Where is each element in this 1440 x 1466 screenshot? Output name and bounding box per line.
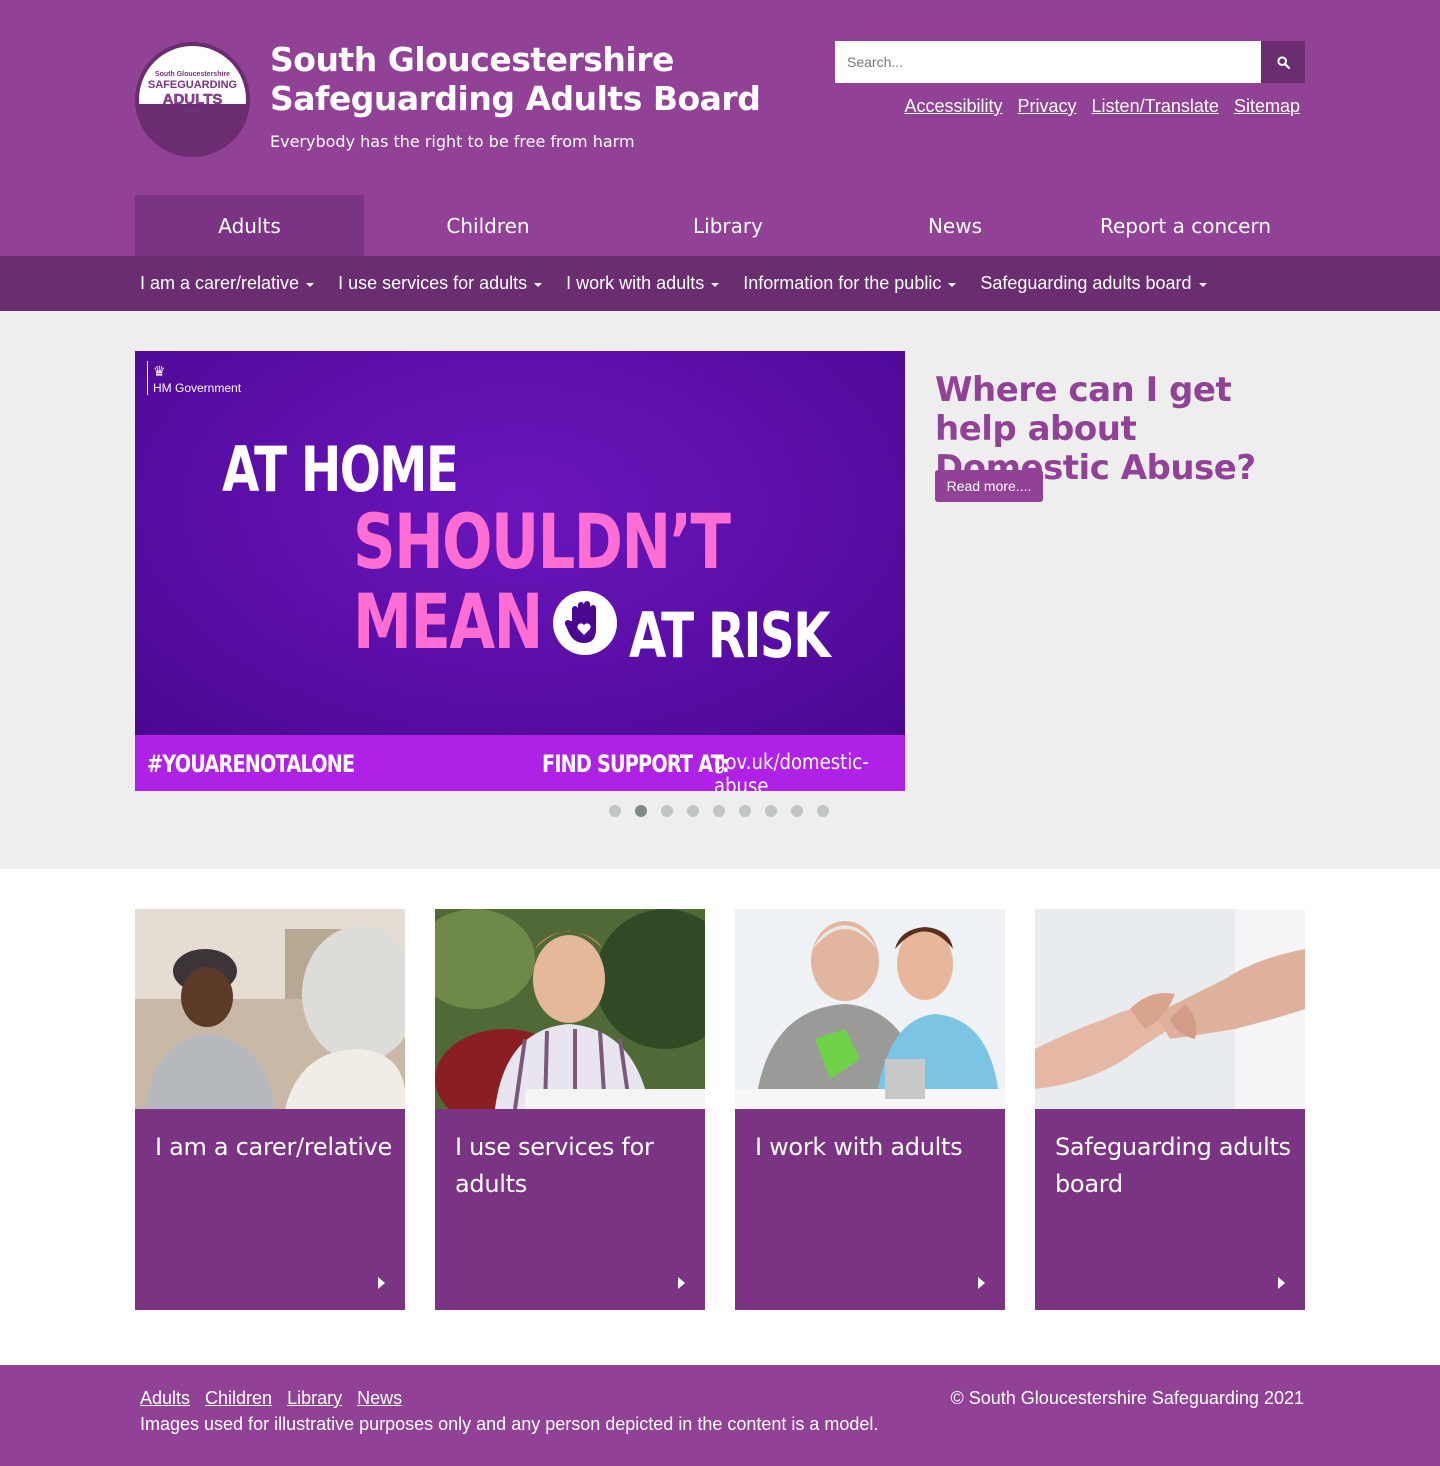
site-header: South Gloucestershire SAFEGUARDING ADULT… xyxy=(0,0,1440,256)
tab-children[interactable]: Children xyxy=(364,195,612,256)
footer-link-library[interactable]: Library xyxy=(287,1388,342,1409)
hero-carousel: ♛ HM Government AT HOME SHOULDN’T MEAN A… xyxy=(0,311,1440,869)
subnav-label: I am a carer/relative xyxy=(140,273,300,293)
tab-adults[interactable]: Adults xyxy=(135,195,364,256)
carousel-dot[interactable] xyxy=(739,805,751,817)
subnav-carer-relative[interactable]: I am a carer/relative xyxy=(140,273,315,294)
logo-line4: BOARD xyxy=(183,108,202,114)
arrow-right-icon xyxy=(978,1277,985,1289)
utility-links: Accessibility Privacy Listen/Translate S… xyxy=(905,96,1301,117)
search-button[interactable] xyxy=(1261,41,1305,83)
footer-link-news[interactable]: News xyxy=(357,1388,402,1409)
subnav-information-public[interactable]: Information for the public xyxy=(743,273,957,294)
banner-line-1: AT HOME xyxy=(222,433,459,506)
footer-link-adults[interactable]: Adults xyxy=(140,1388,190,1409)
carousel-dot[interactable] xyxy=(661,805,673,817)
subnav-safeguarding-board[interactable]: Safeguarding adults board xyxy=(980,273,1207,294)
carousel-slide-image[interactable]: ♛ HM Government AT HOME SHOULDN’T MEAN A… xyxy=(135,351,905,791)
card-title: Safeguarding adults board xyxy=(1055,1133,1291,1198)
banner-line-4: AT RISK xyxy=(629,599,831,672)
card-title: I work with adults xyxy=(755,1133,963,1161)
logo-text: South Gloucestershire SAFEGUARDING ADULT… xyxy=(145,70,240,115)
logo-line3: ADULTS xyxy=(162,91,223,108)
card-carer-relative[interactable]: I am a carer/relative xyxy=(135,909,405,1310)
caret-down-icon xyxy=(711,282,720,287)
royal-crest-icon: ♛ xyxy=(153,363,166,379)
banner-find-support-url: gov.uk/domestic-abuse xyxy=(714,750,869,791)
carousel-dot[interactable] xyxy=(609,805,621,817)
subnav-label: I use services for adults xyxy=(338,273,528,293)
listen-translate-link[interactable]: Listen/Translate xyxy=(1092,96,1219,117)
tab-library[interactable]: Library xyxy=(612,195,844,256)
subnav-label: Safeguarding adults board xyxy=(980,273,1192,293)
subnav-label: I work with adults xyxy=(566,273,705,293)
service-user-photo xyxy=(435,909,705,1109)
carousel-dot[interactable] xyxy=(791,805,803,817)
card-title: I use services for adults xyxy=(455,1133,654,1198)
accessibility-link[interactable]: Accessibility xyxy=(905,96,1003,117)
subnav-use-services[interactable]: I use services for adults xyxy=(338,273,543,294)
search-input[interactable] xyxy=(835,41,1261,83)
carousel-indicators xyxy=(609,805,829,817)
hm-government-logo: ♛ HM Government xyxy=(147,361,241,395)
tab-report-a-concern[interactable]: Report a concern xyxy=(1066,195,1305,256)
site-title[interactable]: South Gloucestershire Safeguarding Adult… xyxy=(270,40,790,118)
worker-with-adult-photo xyxy=(735,909,1005,1109)
card-work-with-adults[interactable]: I work with adults xyxy=(735,909,1005,1310)
footer-links: Adults Children Library News xyxy=(140,1388,402,1409)
site-footer: Adults Children Library News Images used… xyxy=(0,1365,1440,1466)
banner-find-support-label: FIND SUPPORT AT: xyxy=(542,750,730,778)
caret-down-icon xyxy=(948,282,957,287)
carousel-dot[interactable] xyxy=(713,805,725,817)
main-nav: Adults Children Library News Report a co… xyxy=(135,195,1305,256)
footer-disclaimer: Images used for illustrative purposes on… xyxy=(140,1414,879,1434)
read-more-button[interactable]: Read more.... xyxy=(935,470,1043,502)
arrow-right-icon xyxy=(1278,1277,1285,1289)
caret-down-icon xyxy=(534,282,543,287)
search-icon xyxy=(1276,55,1290,69)
subnav-label: Information for the public xyxy=(743,273,942,293)
logo-line1: South Gloucestershire xyxy=(154,71,231,78)
tab-news[interactable]: News xyxy=(844,195,1066,256)
carousel-dot[interactable] xyxy=(687,805,699,817)
site-tagline: Everybody has the right to be free from … xyxy=(270,132,635,151)
privacy-link[interactable]: Privacy xyxy=(1018,96,1077,117)
sitemap-link[interactable]: Sitemap xyxy=(1234,96,1300,117)
card-title: I am a carer/relative xyxy=(155,1133,392,1161)
caret-down-icon xyxy=(306,282,315,287)
carousel-dot[interactable] xyxy=(765,805,777,817)
arrow-right-icon xyxy=(378,1277,385,1289)
banner-line-2: SHOULDN’T xyxy=(353,497,731,586)
arrow-right-icon xyxy=(678,1277,685,1289)
carousel-dot-active[interactable] xyxy=(635,805,647,817)
subnav-work-with-adults[interactable]: I work with adults xyxy=(566,273,720,294)
hand-heart-svg xyxy=(564,601,596,643)
carousel-dot[interactable] xyxy=(817,805,829,817)
hm-government-label: HM Government xyxy=(153,381,242,395)
site-logo[interactable]: South Gloucestershire SAFEGUARDING ADULT… xyxy=(135,42,250,157)
footer-copyright: © South Gloucestershire Safeguarding 202… xyxy=(950,1388,1305,1408)
sub-nav: I am a carer/relative I use services for… xyxy=(0,256,1440,311)
card-use-services[interactable]: I use services for adults xyxy=(435,909,705,1310)
banner-line-3: MEAN xyxy=(353,577,543,666)
carer-relative-photo xyxy=(135,909,405,1109)
card-safeguarding-board[interactable]: Safeguarding adults board xyxy=(1035,909,1305,1310)
hand-heart-icon xyxy=(553,591,617,655)
footer-link-children[interactable]: Children xyxy=(205,1388,272,1409)
banner-hashtag: #YOUARENOTALONE xyxy=(147,750,355,778)
banner-footer-strip: #YOUARENOTALONE FIND SUPPORT AT: gov.uk/… xyxy=(135,735,905,791)
holding-hands-photo xyxy=(1035,909,1305,1109)
caret-down-icon xyxy=(1198,282,1207,287)
